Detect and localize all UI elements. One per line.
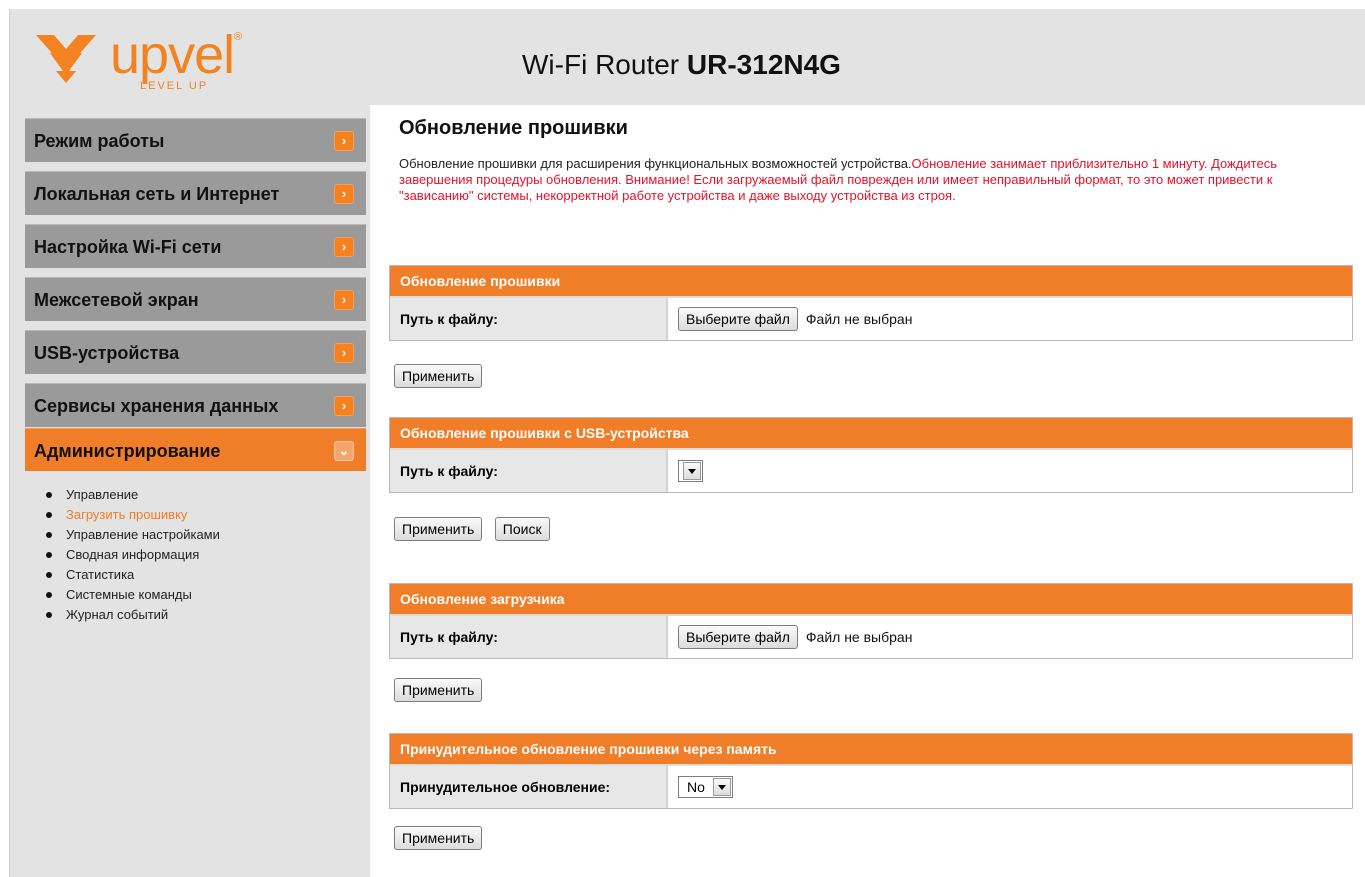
file-path-value: [668, 450, 1352, 492]
sidebar-item-label: Администрирование: [34, 441, 221, 461]
forced-update-select[interactable]: No: [678, 776, 733, 798]
sidebar-item-label: Настройка Wi-Fi сети: [34, 237, 222, 257]
choose-file-button[interactable]: Выберите файл: [678, 625, 798, 649]
choose-file-button[interactable]: Выберите файл: [678, 307, 798, 331]
submenu-item-management[interactable]: Управление: [46, 485, 220, 505]
header-title-prefix: Wi-Fi Router: [522, 49, 680, 80]
chevron-right-icon: ›: [334, 184, 354, 204]
submenu-item-event-log[interactable]: Журнал событий: [46, 605, 220, 625]
panel-row: Путь к файлу: Выберите файл Файл не выбр…: [390, 296, 1352, 340]
chevron-down-icon: ⌄: [334, 441, 354, 461]
bootloader-update-actions: Применить: [394, 678, 483, 702]
file-path-label: Путь к файлу:: [390, 450, 668, 492]
upvel-logo[interactable]: upvel ® LEVEL UP: [32, 25, 242, 95]
forced-update-label: Принудительное обновление:: [390, 766, 668, 808]
sidebar-item-label: Режим работы: [34, 131, 165, 151]
description-text: Обновление прошивки для расширения функц…: [399, 156, 912, 171]
chevron-right-icon: ›: [334, 131, 354, 151]
chevron-down-icon: [712, 778, 731, 796]
forced-update-panel: Принудительное обновление прошивки через…: [389, 733, 1353, 809]
page-description: Обновление прошивки для расширения функц…: [399, 156, 1344, 204]
forced-update-actions: Применить: [394, 826, 483, 850]
panel-title: Обновление прошивки с USB-устройства: [390, 418, 1352, 448]
sidebar-item-usb-devices[interactable]: USB-устройства ›: [25, 330, 366, 374]
panel-row: Путь к файлу:: [390, 448, 1352, 492]
chevron-down-icon: [683, 462, 701, 480]
submenu-item-statistics[interactable]: Статистика: [46, 565, 220, 585]
apply-button[interactable]: Применить: [394, 364, 483, 388]
panel-title: Принудительное обновление прошивки через…: [390, 734, 1352, 764]
sidebar-item-label: USB-устройства: [34, 343, 180, 363]
sidebar-item-label: Локальная сеть и Интернет: [34, 184, 280, 204]
sidebar-item-operation-mode[interactable]: Режим работы ›: [25, 118, 366, 162]
file-status-text: Файл не выбран: [805, 311, 913, 327]
chevron-right-icon: ›: [334, 396, 354, 416]
submenu-item-summary[interactable]: Сводная информация: [46, 545, 220, 565]
sidebar-item-label: Сервисы хранения данных: [34, 396, 279, 416]
page-title: Обновление прошивки: [399, 117, 628, 139]
panel-row: Путь к файлу: Выберите файл Файл не выбр…: [390, 614, 1352, 658]
logo-registered-mark: ®: [234, 31, 243, 43]
panel-title: Обновление загрузчика: [390, 584, 1352, 614]
search-button[interactable]: Поиск: [494, 517, 550, 541]
forced-update-select-value: No: [687, 779, 705, 795]
submenu-item-firmware-upload[interactable]: Загрузить прошивку: [46, 505, 220, 525]
usb-firmware-update-panel: Обновление прошивки с USB-устройства Пут…: [389, 417, 1353, 493]
panel-title: Обновление прошивки: [390, 266, 1352, 296]
page-header-title: Wi-Fi Router UR-312N4G: [522, 49, 841, 81]
file-path-value: Выберите файл Файл не выбран: [668, 298, 1352, 340]
logo-tagline: LEVEL UP: [140, 80, 209, 92]
admin-submenu: Управление Загрузить прошивку Управление…: [46, 485, 220, 625]
firmware-update-panel: Обновление прошивки Путь к файлу: Выбери…: [389, 265, 1353, 341]
firmware-update-actions: Применить: [394, 364, 483, 388]
usb-file-select[interactable]: [678, 460, 703, 482]
sidebar-item-wifi[interactable]: Настройка Wi-Fi сети ›: [25, 224, 366, 268]
file-path-label: Путь к файлу:: [390, 298, 668, 340]
logo-chevron-icon: [36, 35, 96, 83]
sidebar: Режим работы › Локальная сеть и Интернет…: [10, 105, 370, 877]
apply-button[interactable]: Применить: [394, 678, 483, 702]
file-path-value: Выберите файл Файл не выбран: [668, 616, 1352, 658]
sidebar-item-storage-services[interactable]: Сервисы хранения данных ›: [25, 383, 366, 427]
sidebar-item-administration[interactable]: Администрирование ⌄: [25, 428, 366, 471]
bootloader-update-panel: Обновление загрузчика Путь к файлу: Выбе…: [389, 583, 1353, 659]
sidebar-item-lan-internet[interactable]: Локальная сеть и Интернет ›: [25, 171, 366, 215]
apply-button[interactable]: Применить: [394, 517, 483, 541]
header: upvel ® LEVEL UP Wi-Fi Router UR-312N4G: [10, 9, 1365, 105]
sidebar-item-label: Межсетевой экран: [34, 290, 199, 310]
usb-firmware-update-actions: Применить Поиск: [394, 517, 550, 541]
submenu-item-system-commands[interactable]: Системные команды: [46, 585, 220, 605]
logo-wordmark: upvel: [110, 25, 235, 85]
chevron-right-icon: ›: [334, 290, 354, 310]
forced-update-value: No: [668, 766, 1352, 808]
file-path-label: Путь к файлу:: [390, 616, 668, 658]
file-status-text: Файл не выбран: [805, 629, 913, 645]
panel-row: Принудительное обновление: No: [390, 764, 1352, 808]
chevron-right-icon: ›: [334, 343, 354, 363]
header-title-model: UR-312N4G: [686, 49, 841, 80]
submenu-item-settings-management[interactable]: Управление настройками: [46, 525, 220, 545]
apply-button[interactable]: Применить: [394, 826, 483, 850]
sidebar-item-firewall[interactable]: Межсетевой экран ›: [25, 277, 366, 321]
chevron-right-icon: ›: [334, 237, 354, 257]
